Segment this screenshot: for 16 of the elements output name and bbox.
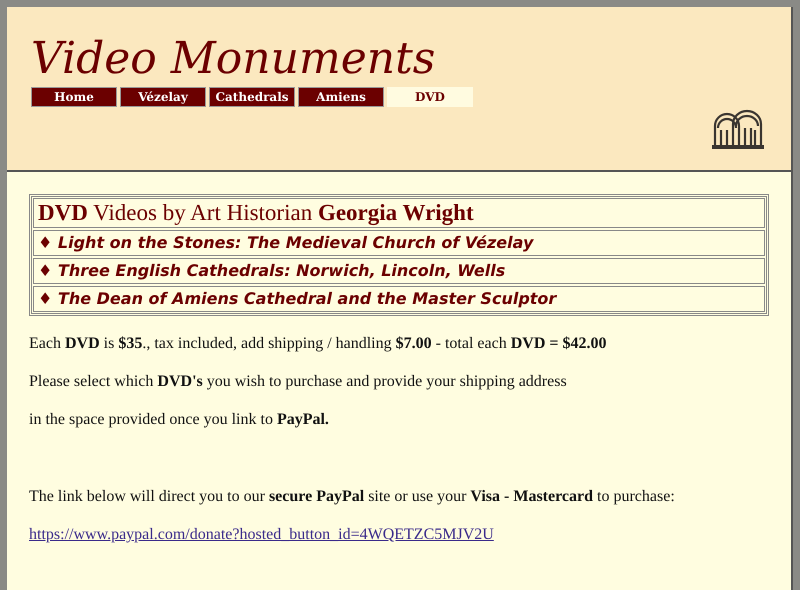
nav-tab[interactable]: Vézelay <box>120 87 206 107</box>
paypal-link[interactable]: https://www.paypal.com/donate?hosted_button_id=4WQETZC5MJV2U <box>29 526 494 543</box>
table-heading: DVD Videos by Art Historian Georgia Wright <box>33 198 765 228</box>
dvd-title: ♦ The Dean of Amiens Cathedral and the Master Sculptor <box>33 286 765 312</box>
arches-icon <box>711 108 767 150</box>
nav-tab[interactable]: Amiens <box>298 87 384 107</box>
dvd-title: ♦ Light on the Stones: The Medieval Church of Vézelay <box>33 230 765 256</box>
paragraph: The link below will direct you to our secure PayPal site or use your Visa - Mastercard to purchase: <box>29 487 676 507</box>
paragraph: in the space provided once you link to PayPal. <box>29 410 330 430</box>
site-title: Video Monuments <box>31 33 436 85</box>
nav-tab[interactable]: Home <box>31 87 117 107</box>
nav-tab[interactable]: Cathedrals <box>209 87 295 107</box>
dvd-title: ♦ Three English Cathedrals: Norwich, Lincoln, Wells <box>33 258 765 284</box>
nav-tab[interactable]: DVD <box>387 87 473 107</box>
paragraph: Each DVD is $35., tax included, add shipping / handling $7.00 - total each DVD = $42.00 <box>29 334 608 354</box>
paragraph: Please select which DVD's you wish to purchase and provide your shipping address <box>29 372 568 392</box>
